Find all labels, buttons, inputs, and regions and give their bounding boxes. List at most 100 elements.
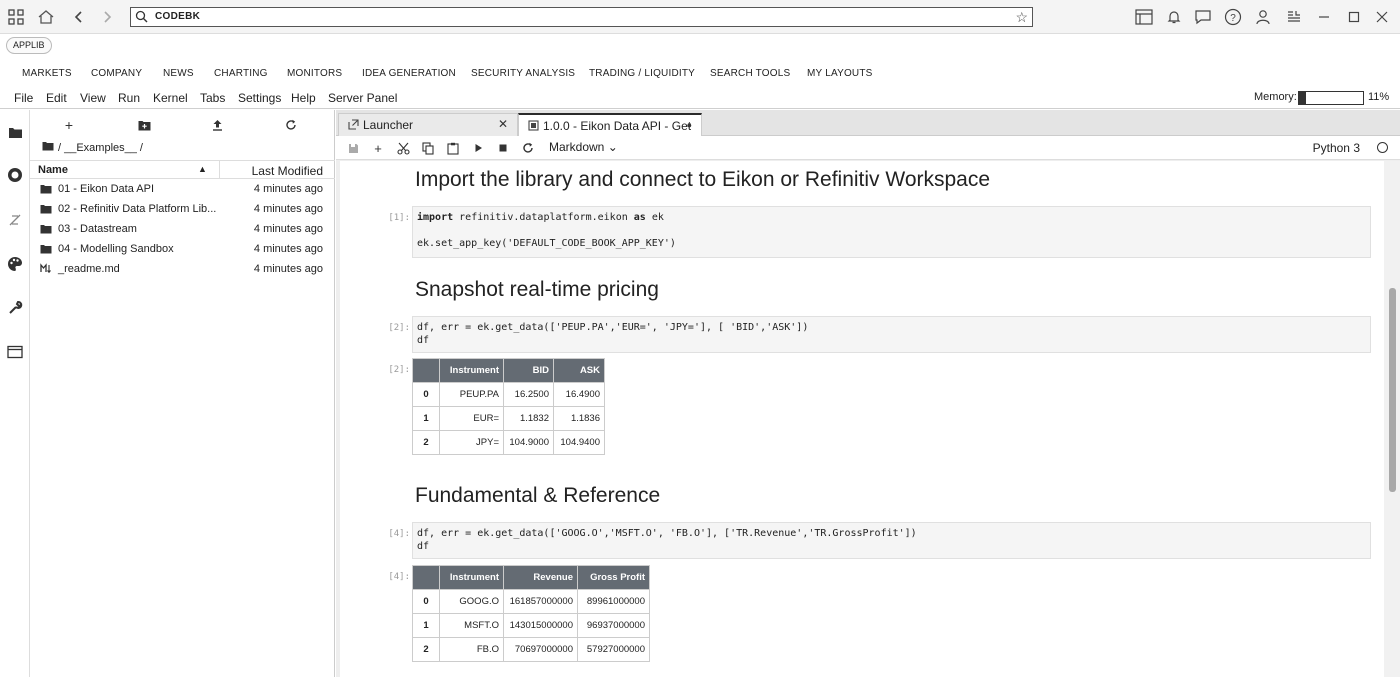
menu-idea-generation[interactable]: IDEA GENERATION [362,61,456,87]
cell-type-select[interactable]: Markdown ⌄ [549,140,618,154]
code-cell[interactable]: import refinitiv.dataplatform.eikon as e… [412,206,1371,258]
user-icon[interactable] [1252,6,1274,28]
list-icon[interactable] [1283,6,1305,28]
chat-icon[interactable] [1192,6,1214,28]
folder-icon[interactable] [5,122,25,142]
table-cell: 1.1836 [553,406,605,431]
table-cell: 96937000000 [577,613,650,638]
table-header: Instrument [439,358,504,383]
unsaved-dot-icon[interactable]: ● [687,120,692,130]
palette-icon[interactable] [5,254,25,274]
run-icon[interactable] [470,140,486,156]
applib-button[interactable]: APPLIB [6,37,52,54]
new-launcher-icon[interactable]: + [61,117,77,133]
table-row: 1 MSFT.O 143015000000 96937000000 [412,613,650,638]
forward-arrow-icon[interactable] [96,6,118,28]
copy-icon[interactable] [420,140,436,156]
address-text: CODEBK [155,11,201,22]
bell-icon[interactable] [1163,6,1185,28]
menu-run[interactable]: Run [118,91,140,105]
sort-up-icon[interactable]: ▲ [198,164,207,174]
menu-kernel[interactable]: Kernel [153,91,188,105]
table-row: 0 PEUP.PA 16.2500 16.4900 [412,382,605,407]
tab-label: 1.0.0 - Eikon Data API - Get [543,119,692,133]
table-index: 2 [412,430,440,455]
tabs-icon[interactable] [5,342,25,362]
jupyter-menu-bar: File Edit View Run Kernel Tabs Settings … [0,88,1400,109]
file-name: 04 - Modelling Sandbox [58,243,174,255]
table-cell: PEUP.PA [439,382,504,407]
menu-help[interactable]: Help [291,91,316,105]
menu-tabs[interactable]: Tabs [200,91,225,105]
product-menu: MARKETS COMPANY NEWS CHARTING MONITORS I… [0,61,1400,87]
commands-icon[interactable] [5,210,25,230]
paste-icon[interactable] [445,140,461,156]
output-prompt: [4]: [388,572,410,582]
code-line: df [417,541,430,552]
help-icon[interactable]: ? [1222,6,1244,28]
close-icon[interactable]: ✕ [498,117,508,131]
menu-my-layouts[interactable]: MY LAYOUTS [807,61,873,87]
upload-icon[interactable] [209,117,225,133]
new-folder-icon[interactable] [136,117,152,133]
apps-grid-icon[interactable] [5,6,27,28]
memory-percent: 11% [1368,91,1390,103]
menu-news[interactable]: NEWS [163,61,194,87]
menu-security-analysis[interactable]: SECURITY ANALYSIS [471,61,575,87]
menu-server-panel[interactable]: Server Panel [328,91,397,105]
code-cell[interactable]: df, err = ek.get_data(['GOOG.O','MSFT.O'… [412,522,1371,559]
menu-search-tools[interactable]: SEARCH TOOLS [710,61,790,87]
back-arrow-icon[interactable] [68,6,90,28]
address-bar[interactable]: CODEBK ☆ [130,7,1033,27]
breadcrumb-path[interactable]: / __Examples__ / [58,142,143,154]
menu-file[interactable]: File [14,91,33,105]
table-cell: GOOG.O [439,589,504,614]
file-row[interactable]: 03 - Datastream 4 minutes ago [30,219,335,239]
menu-settings[interactable]: Settings [238,91,281,105]
stop-icon[interactable] [495,140,511,156]
home-icon[interactable] [35,6,57,28]
panel-icon[interactable] [1133,6,1155,28]
menu-monitors[interactable]: MONITORS [287,61,342,87]
main-area: Launcher ✕ 1.0.0 - Eikon Data API - Get … [336,110,1400,677]
code-cell[interactable]: df, err = ek.get_data(['PEUP.PA','EUR=',… [412,316,1371,353]
maximize-icon[interactable] [1343,6,1365,28]
tab-launcher[interactable]: Launcher ✕ [338,113,518,136]
running-icon[interactable] [5,165,25,185]
menu-edit[interactable]: Edit [46,91,67,105]
kernel-name[interactable]: Python 3 [1313,141,1360,155]
file-row[interactable]: 01 - Eikon Data API 4 minutes ago [30,179,335,199]
minimize-icon[interactable] [1313,6,1335,28]
menu-company[interactable]: COMPANY [91,61,142,87]
markdown-heading: Import the library and connect to Eikon … [415,168,991,191]
refresh-icon[interactable] [283,117,299,133]
file-row[interactable]: _readme.md 4 minutes ago [30,259,335,279]
memory-label: Memory: [1254,91,1297,103]
menu-markets[interactable]: MARKETS [22,61,72,87]
insert-cell-icon[interactable]: + [370,140,386,156]
column-name[interactable]: Name [38,164,68,176]
menu-trading-liquidity[interactable]: TRADING / LIQUIDITY [589,61,695,87]
folder-icon[interactable] [42,141,54,154]
column-last-modified[interactable]: Last Modified [252,164,323,178]
table-index: 1 [412,406,440,431]
file-row[interactable]: 04 - Modelling Sandbox 4 minutes ago [30,239,335,259]
code-line: df [417,335,430,346]
tab-notebook[interactable]: 1.0.0 - Eikon Data API - Get ● [518,113,702,137]
table-row: 0 GOOG.O 161857000000 89961000000 [412,589,650,614]
column-divider[interactable] [219,161,220,178]
close-icon[interactable] [1371,6,1393,28]
memory-bar-fill [1299,92,1307,104]
file-row[interactable]: 02 - Refinitiv Data Platform Lib... 4 mi… [30,199,335,219]
save-icon[interactable] [345,140,361,156]
star-icon[interactable]: ☆ [1015,9,1028,26]
notebook-icon [528,120,539,134]
menu-charting[interactable]: CHARTING [214,61,268,87]
output-prompt: [2]: [388,365,410,375]
restart-icon[interactable] [520,140,536,156]
scrollbar-thumb[interactable] [1389,288,1396,492]
cut-icon[interactable] [395,140,411,156]
menu-view[interactable]: View [80,91,106,105]
table-header: ASK [553,358,605,383]
wrench-icon[interactable] [5,298,25,318]
